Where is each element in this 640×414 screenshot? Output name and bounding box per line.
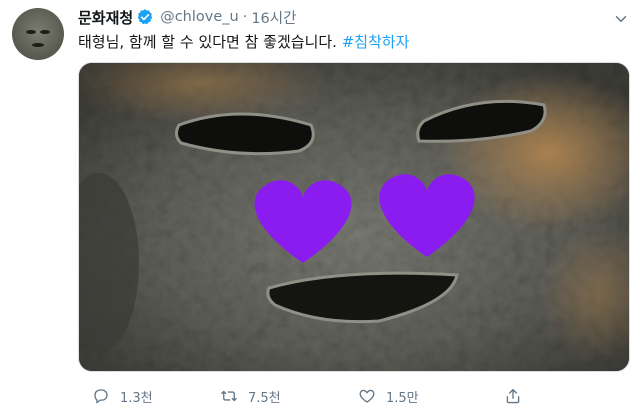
- author-handle[interactable]: @chlove_u: [160, 9, 239, 25]
- tweet-card: 문화재청 @chlove_u · 16시간 태형님, 함께 할 수 있다면 참 …: [0, 0, 640, 414]
- avatar-mouth: [32, 43, 44, 47]
- tweet-media-image[interactable]: [78, 62, 630, 372]
- hashtag-link[interactable]: #침착하자: [342, 33, 410, 51]
- header-separator: ·: [242, 9, 248, 25]
- like-button[interactable]: 1.5만: [358, 382, 419, 410]
- verified-badge-icon: [136, 8, 154, 26]
- like-icon: [359, 389, 375, 403]
- reply-icon: [94, 389, 108, 404]
- retweet-button[interactable]: 7.5천: [220, 382, 281, 410]
- tweet-text: 태형님, 함께 할 수 있다면 참 좋겠습니다. #침착하자: [78, 32, 410, 52]
- tweet-timestamp[interactable]: 16시간: [251, 7, 296, 28]
- avatar-eye: [40, 30, 50, 34]
- mask-photo: [79, 63, 629, 371]
- tweet-body-text: 태형님, 함께 할 수 있다면 참 좋겠습니다.: [78, 33, 342, 51]
- avatar-eye: [26, 30, 36, 34]
- avatar[interactable]: [12, 8, 64, 60]
- author-display-name[interactable]: 문화재청: [78, 7, 133, 28]
- reply-button[interactable]: 1.3천: [92, 382, 153, 410]
- share-button[interactable]: [504, 382, 532, 410]
- reply-count: 1.3천: [120, 390, 153, 406]
- retweet-icon: [221, 390, 237, 402]
- tweet-actions: 1.3천 7.5천 1.5만: [78, 382, 630, 410]
- tweet-header: 문화재청 @chlove_u · 16시간: [78, 6, 296, 28]
- retweet-count: 7.5천: [248, 390, 281, 406]
- caret-down-icon[interactable]: [612, 10, 630, 28]
- share-icon: [506, 388, 520, 404]
- like-count: 1.5만: [386, 390, 419, 406]
